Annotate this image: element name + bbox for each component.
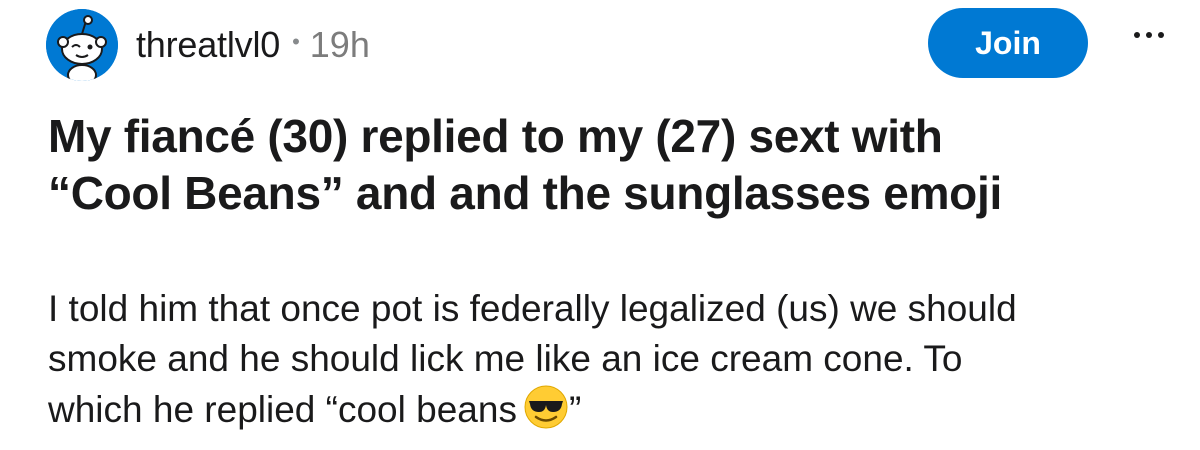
post-body-line-end: ” [568, 389, 582, 430]
more-dot [1134, 32, 1140, 38]
sunglasses-emoji-icon [523, 384, 569, 443]
author-username[interactable]: threatlvl0 [136, 24, 280, 66]
meta-separator: • [292, 29, 300, 54]
reddit-snoo-avatar-icon[interactable] [46, 9, 118, 81]
post-body: I told him that once pot is federally le… [48, 284, 1178, 443]
post-body-line: smoke and he should lick me like an ice … [48, 338, 963, 379]
post-title-line: My fiancé (30) replied to my (27) sext w… [48, 110, 943, 162]
more-dot [1146, 32, 1152, 38]
post-age: 19h [309, 24, 370, 65]
join-button[interactable]: Join [928, 8, 1088, 78]
more-dot [1158, 32, 1164, 38]
more-horizontal-icon[interactable] [1124, 20, 1174, 50]
post-body-line: which he replied “cool beans [48, 389, 517, 430]
post-title-line: “Cool Beans” and and the sunglasses emoj… [48, 167, 1002, 219]
post-title[interactable]: My fiancé (30) replied to my (27) sext w… [48, 108, 1148, 222]
post-body-line: I told him that once pot is federally le… [48, 288, 1017, 329]
